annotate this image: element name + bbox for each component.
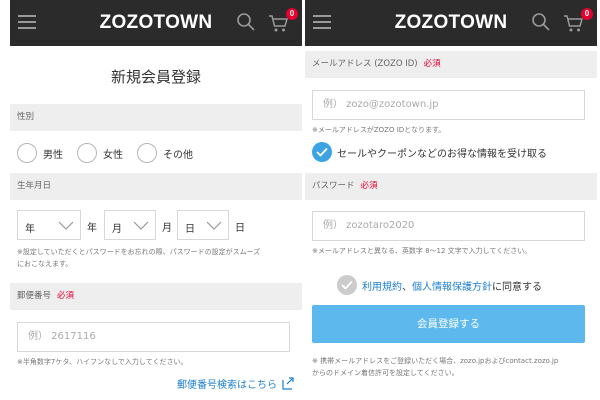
birth-year-value: 年 xyxy=(25,224,35,235)
birth-day-value: 日 xyxy=(185,224,195,235)
email-label: メールアドレス (ZOZO ID) xyxy=(312,59,418,69)
required-badge: 必須 xyxy=(57,291,75,301)
chevron-down-icon xyxy=(58,221,74,230)
postal-note: ※半角数字7ケタ、ハイフンなしで入力してください。 xyxy=(17,358,188,366)
gender-label: 性別 xyxy=(17,112,35,122)
checkmark-icon[interactable] xyxy=(312,142,332,162)
birth-month-unit: 月 xyxy=(162,223,172,234)
birth-day-unit: 日 xyxy=(235,223,245,234)
external-link-icon xyxy=(282,377,294,390)
radio-circle[interactable] xyxy=(77,143,97,163)
birthdate-note-line: におこなえます。 xyxy=(17,260,73,268)
birth-month-value: 月 xyxy=(112,224,122,235)
left-screen: ZOZOTOWN 0 新規会員登録 性別 男性 女性 その他 生年月日 年 年 … xyxy=(10,0,302,400)
agree-separator: 、 xyxy=(402,281,412,293)
gender-radio-group: 男性 女性 その他 xyxy=(17,143,207,163)
app-header: ZOZOTOWN 0 xyxy=(305,0,597,46)
agree-suffix: に同意する xyxy=(492,281,542,293)
footer-note: ※ 携帯メールアドレスをご登録いただく場合、zozo.jpおよびcontact.… xyxy=(312,355,558,379)
postal-search-link-text: 郵便番号検索はこちら xyxy=(177,380,277,391)
register-submit-button[interactable]: 会員登録する xyxy=(312,305,585,343)
terms-link[interactable]: 利用規約 xyxy=(362,282,402,293)
gender-option-male[interactable]: 男性 xyxy=(17,143,63,163)
newsletter-checkbox[interactable]: セールやクーポンなどのお得な情報を受け取る xyxy=(312,142,547,162)
password-section-header: パスワード 必須 xyxy=(305,173,597,200)
gender-option-label: 女性 xyxy=(103,149,123,161)
right-screen: ZOZOTOWN 0 メールアドレス (ZOZO ID) 必須 例） zozo@z… xyxy=(305,0,597,400)
postal-section-header: 郵便番号 必須 xyxy=(10,283,302,310)
cart-count-badge: 0 xyxy=(286,8,298,20)
birth-year-unit: 年 xyxy=(87,223,97,234)
agree-label: 利用規約、個人情報保護方針に同意する xyxy=(362,278,542,293)
birth-month-select[interactable]: 月 xyxy=(104,210,156,240)
cart-count-badge: 0 xyxy=(581,8,593,20)
footer-note-line: からのドメイン着信許可を設定してください。 xyxy=(312,369,459,377)
postal-search-link[interactable]: 郵便番号検索はこちら xyxy=(177,376,294,391)
chevron-down-icon xyxy=(133,221,149,230)
gender-option-label: 男性 xyxy=(43,149,63,161)
search-icon[interactable] xyxy=(531,12,551,32)
required-badge: 必須 xyxy=(360,181,378,191)
email-input[interactable]: 例） zozo@zozotown.jp xyxy=(312,90,585,120)
birthdate-section-header: 生年月日 xyxy=(10,173,302,200)
password-note: ※メールアドレスと異なる、英数字 8～12 文字で入力してください。 xyxy=(312,247,532,255)
newsletter-label: セールやクーポンなどのお得な情報を受け取る xyxy=(337,148,547,160)
gender-section-header: 性別 xyxy=(10,104,302,131)
checkmark-icon[interactable] xyxy=(337,275,357,295)
app-header: ZOZOTOWN 0 xyxy=(10,0,302,46)
email-note: ※メールアドレスがZOZO IDとなります。 xyxy=(312,126,446,134)
search-icon[interactable] xyxy=(236,12,256,32)
birth-day-select[interactable]: 日 xyxy=(177,210,229,240)
password-input[interactable]: 例） zozotaro2020 xyxy=(312,211,585,241)
email-section-header: メールアドレス (ZOZO ID) 必須 xyxy=(305,51,597,78)
footer-note-line: ※ 携帯メールアドレスをご登録いただく場合、zozo.jpおよびcontact.… xyxy=(312,357,559,365)
required-badge: 必須 xyxy=(423,59,441,69)
radio-circle[interactable] xyxy=(17,143,37,163)
radio-circle[interactable] xyxy=(137,143,157,163)
gender-option-label: その他 xyxy=(163,149,193,161)
zozotown-logo[interactable]: ZOZOTOWN xyxy=(10,12,302,34)
birthdate-note: ※設定していただくとパスワードをお忘れの際、パスワードの設定がスムーズ におこな… xyxy=(17,246,260,270)
birthdate-label: 生年月日 xyxy=(17,181,52,191)
gender-option-female[interactable]: 女性 xyxy=(77,143,123,163)
gender-option-other[interactable]: その他 xyxy=(137,143,193,163)
zozotown-logo[interactable]: ZOZOTOWN xyxy=(305,12,597,34)
postal-code-input[interactable]: 例） 2617116 xyxy=(17,322,290,352)
birth-year-select[interactable]: 年 xyxy=(17,210,81,240)
password-label: パスワード xyxy=(312,181,355,191)
postal-label: 郵便番号 xyxy=(17,291,52,301)
page-title: 新規会員登録 xyxy=(110,68,201,86)
chevron-down-icon xyxy=(206,221,222,230)
birthdate-note-line: ※設定していただくとパスワードをお忘れの際、パスワードの設定がスムーズ xyxy=(17,248,261,256)
privacy-policy-link[interactable]: 個人情報保護方針 xyxy=(412,282,492,293)
agree-checkbox[interactable]: 利用規約、個人情報保護方針に同意する xyxy=(337,275,542,295)
